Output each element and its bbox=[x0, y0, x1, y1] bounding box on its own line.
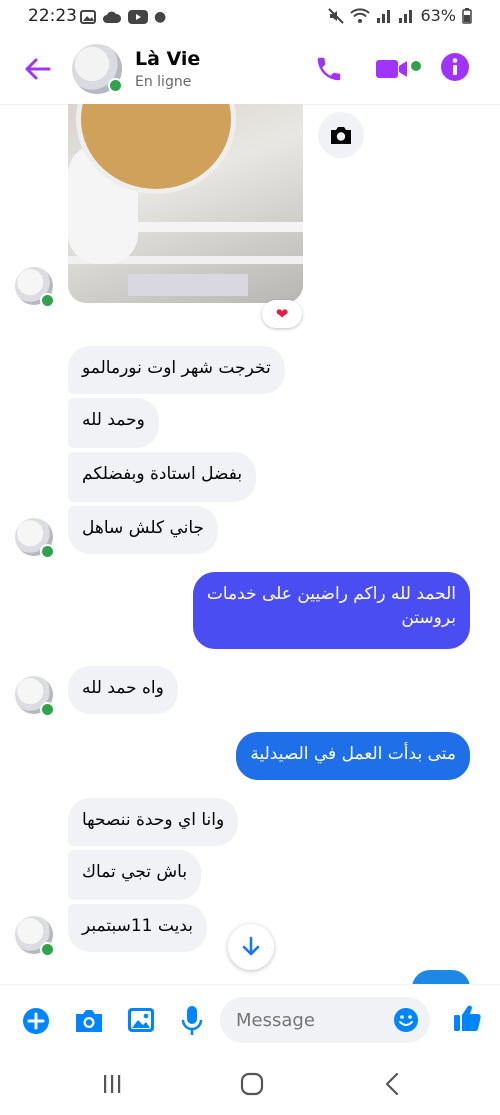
outgoing-message-line: الحمد لله راكم راضيين على خدمات bbox=[206, 584, 456, 604]
online-indicator bbox=[108, 78, 123, 93]
mute-icon bbox=[328, 7, 345, 24]
battery-icon bbox=[462, 7, 472, 24]
scroll-down-icon bbox=[242, 936, 260, 956]
cloud-icon bbox=[103, 11, 122, 23]
back-nav-icon[interactable] bbox=[384, 1072, 400, 1096]
online-indicator bbox=[40, 293, 55, 308]
contact-status: En ligne bbox=[135, 74, 192, 90]
video-online-dot bbox=[411, 61, 421, 71]
incoming-message[interactable]: واه حمد لله bbox=[68, 666, 178, 714]
mic-icon[interactable] bbox=[180, 1005, 204, 1037]
photo-detail bbox=[128, 274, 248, 296]
incoming-message[interactable]: بفضل استادة وبفضلكم bbox=[68, 452, 257, 502]
partial-message bbox=[412, 970, 470, 984]
outgoing-message[interactable]: متى بدأت العمل في الصيدلية bbox=[236, 732, 470, 780]
status-time: 22:23 bbox=[28, 6, 77, 26]
recent-apps-icon[interactable] bbox=[102, 1072, 122, 1096]
phone-icon[interactable] bbox=[314, 54, 344, 84]
message-list[interactable]: ❤ تخرجت شهر اوت نورمالمو وحمد لله بفضل ا… bbox=[0, 104, 500, 984]
incoming-message[interactable]: وانا اي وحدة ننصحها bbox=[68, 798, 239, 846]
status-notification-icons: ● bbox=[80, 9, 166, 25]
system-nav-bar bbox=[0, 1054, 500, 1115]
online-indicator bbox=[40, 942, 55, 957]
status-system-icons: 63% bbox=[328, 6, 472, 25]
signal-icon-2 bbox=[399, 9, 413, 23]
online-indicator bbox=[40, 702, 55, 717]
emoji-icon[interactable] bbox=[393, 1007, 419, 1033]
like-icon[interactable] bbox=[452, 1003, 482, 1033]
contact-name[interactable]: Là Vie bbox=[135, 48, 200, 70]
info-icon[interactable] bbox=[440, 52, 470, 82]
gallery-notification-icon bbox=[80, 10, 96, 24]
gallery-icon[interactable] bbox=[127, 1007, 155, 1033]
battery-level: 63% bbox=[420, 6, 456, 25]
youtube-icon bbox=[128, 10, 148, 24]
incoming-message[interactable]: بديت 11سبتمبر bbox=[68, 904, 207, 952]
wifi-icon bbox=[350, 7, 371, 23]
online-indicator bbox=[40, 544, 55, 559]
outgoing-message[interactable]: الحمد لله راكم راضيين على خدمات بروستن bbox=[192, 572, 470, 649]
outgoing-message-line: بروستن bbox=[401, 608, 456, 628]
incoming-message[interactable]: تخرجت شهر اوت نورمالمو bbox=[68, 346, 285, 394]
home-icon[interactable] bbox=[240, 1072, 264, 1096]
video-icon[interactable] bbox=[374, 54, 410, 84]
heart-reaction[interactable]: ❤ bbox=[262, 300, 302, 328]
plus-icon[interactable] bbox=[22, 1007, 50, 1035]
camera-icon bbox=[331, 127, 351, 144]
photo-camera-button[interactable] bbox=[318, 112, 364, 158]
shared-photo[interactable] bbox=[68, 104, 303, 303]
incoming-message[interactable]: وحمد لله bbox=[68, 398, 159, 448]
incoming-message[interactable]: جاني كلش ساهل bbox=[68, 506, 219, 554]
dot-icon: ● bbox=[154, 9, 167, 25]
signal-icon bbox=[377, 9, 391, 23]
status-bar: 22:23 ● 63% bbox=[0, 0, 500, 36]
scroll-down-button[interactable] bbox=[228, 924, 274, 970]
chat-header: Là Vie En ligne bbox=[0, 36, 500, 105]
back-arrow-icon[interactable] bbox=[22, 54, 52, 84]
composer-bar bbox=[0, 984, 500, 1055]
camera-icon[interactable] bbox=[74, 1007, 104, 1035]
incoming-message[interactable]: باش تجي تماك bbox=[68, 850, 202, 900]
